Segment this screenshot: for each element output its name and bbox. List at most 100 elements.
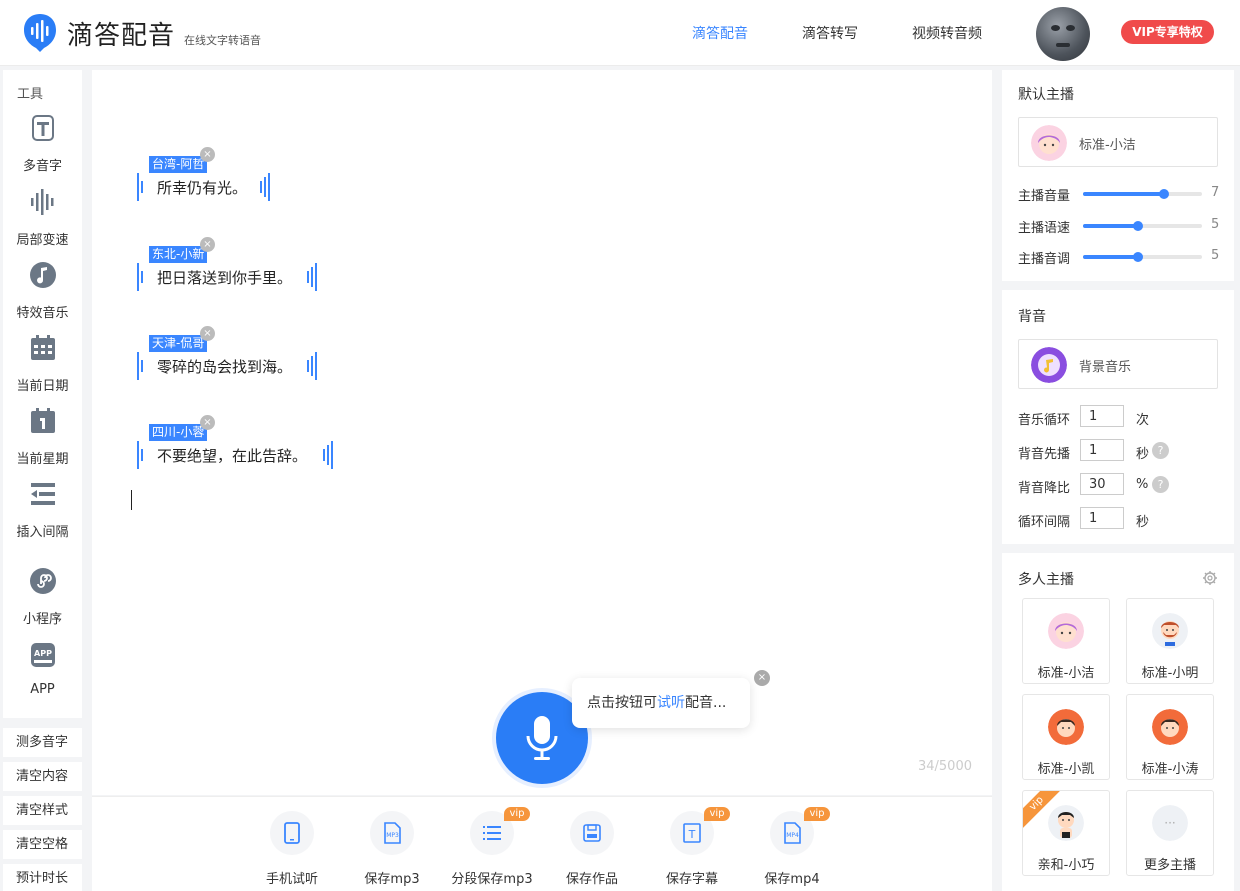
music-prelude-row: 背音先播 秒 ?: [1018, 439, 1218, 463]
speaker-card-xiaoqiao[interactable]: vip 亲和-小巧: [1022, 790, 1110, 876]
speaker-card-xiaoming[interactable]: 标准-小明: [1126, 598, 1214, 684]
svg-text:T: T: [688, 828, 696, 841]
phone-icon: [284, 822, 300, 844]
svg-text:···: ···: [1164, 816, 1175, 830]
help-icon[interactable]: ?: [1152, 476, 1169, 493]
app-subtitle: 在线文字转语音: [184, 34, 261, 47]
loop-interval-input[interactable]: [1080, 507, 1124, 529]
nav-dubbing[interactable]: 滴答配音: [692, 23, 748, 43]
pitch-slider-row: 主播音调 5: [1018, 248, 1220, 267]
close-icon[interactable]: ×: [200, 326, 215, 341]
tool-partial-speed[interactable]: 局部变速: [3, 188, 82, 248]
background-music-card[interactable]: 背景音乐: [1018, 339, 1218, 389]
line-text[interactable]: 把日落送到你手里。: [157, 267, 292, 288]
calendar-day-icon: [30, 408, 55, 433]
loop-interval-row: 循环间隔 秒: [1018, 507, 1218, 531]
header: 滴答配音 在线文字转语音 滴答配音 滴答转写 视频转音频 VIP专享特权: [0, 0, 1240, 66]
gear-icon[interactable]: [1202, 570, 1218, 586]
more-icon: ···: [1152, 805, 1188, 841]
speaker-avatar-boy-beard: [1152, 613, 1188, 649]
quick-actions: 测多音字 清空内容 清空样式 清空空格 预计时长: [3, 728, 82, 891]
save-subtitle-button[interactable]: Tvip 保存字幕: [642, 807, 742, 887]
polyphone-icon: [31, 115, 54, 141]
vip-badge: vip: [504, 807, 530, 821]
default-speaker-card[interactable]: 标准-小洁: [1018, 117, 1218, 167]
more-speakers-card[interactable]: ··· 更多主播: [1126, 790, 1214, 876]
close-icon[interactable]: ×: [200, 415, 215, 430]
speaker-tag[interactable]: 东北-小新: [149, 246, 208, 263]
line-text[interactable]: 零碎的岛会找到海。: [157, 356, 292, 377]
nav-transcribe[interactable]: 滴答转写: [802, 23, 858, 43]
speaker-tag[interactable]: 台湾-阿哲: [149, 156, 208, 173]
panel-title: 多人主播: [1018, 572, 1074, 588]
tool-effect-music[interactable]: 特效音乐: [3, 261, 82, 321]
save-work-button[interactable]: 保存作品: [542, 811, 642, 887]
music-note-icon: [29, 262, 56, 288]
music-prelude-input[interactable]: [1080, 439, 1124, 461]
char-counter: 34/5000: [917, 759, 972, 774]
music-loop-input[interactable]: [1080, 405, 1124, 427]
clear-style-button[interactable]: 清空样式: [3, 796, 82, 825]
default-speaker-panel: 默认主播 标准-小洁 主播音量 7 主播语速 5 主播音调 5: [1002, 70, 1234, 281]
close-icon[interactable]: ×: [200, 147, 215, 162]
speaker-avatar-boy: [1152, 709, 1188, 745]
insert-gap-icon: [30, 483, 55, 505]
segment-save-mp3-button[interactable]: vip 分段保存mp3: [442, 807, 542, 887]
tool-polyphone[interactable]: 多音字: [3, 114, 82, 174]
tool-current-date[interactable]: 当前日期: [3, 334, 82, 394]
logo-icon: [24, 14, 56, 52]
close-icon[interactable]: ×: [200, 237, 215, 252]
slider-knob[interactable]: [1132, 252, 1143, 262]
speaker-avatar-girl: [1048, 613, 1084, 649]
clear-content-button[interactable]: 清空内容: [3, 762, 82, 791]
phone-preview-button[interactable]: 手机试听: [242, 811, 342, 887]
music-ratio-input[interactable]: [1080, 473, 1124, 495]
speed-slider-row: 主播语速 5: [1018, 217, 1220, 236]
tool-mini-program[interactable]: 小程序: [3, 567, 82, 627]
mp4-icon: MP4: [784, 822, 801, 844]
speaker-card-xiaojie[interactable]: 标准-小洁: [1022, 598, 1110, 684]
tool-insert-pause[interactable]: 插入间隔: [3, 480, 82, 540]
save-mp3-button[interactable]: MP3 保存mp3: [342, 811, 442, 887]
clear-spaces-button[interactable]: 清空空格: [3, 830, 82, 859]
panel-title: 默认主播: [1018, 87, 1074, 103]
slider-knob[interactable]: [1132, 221, 1143, 231]
volume-slider-row: 主播音量 7: [1018, 185, 1220, 204]
pitch-slider[interactable]: [1083, 252, 1202, 262]
app-icon: APP: [30, 643, 55, 667]
bottom-toolbar: 手机试听 MP3 保存mp3 vip 分段保存mp3 保存作品 Tvip 保存字…: [92, 796, 992, 891]
waveform-end-icon: [260, 173, 270, 201]
speaker-card-xiaotao[interactable]: 标准-小涛: [1126, 694, 1214, 780]
text-cursor: [131, 490, 132, 510]
preview-tooltip: 点击按钮可试听配音...: [572, 678, 750, 728]
estimate-duration-button[interactable]: 预计时长: [3, 864, 82, 891]
text-editor[interactable]: 台湾-阿哲 × 所幸仍有光。 东北-小新 × 把日落送到你手里。 天津-侃哥 ×…: [92, 70, 992, 795]
preview-link[interactable]: 试听: [657, 695, 685, 711]
check-polyphone-button[interactable]: 测多音字: [3, 728, 82, 757]
help-icon[interactable]: ?: [1152, 442, 1169, 459]
speaker-tag[interactable]: 四川-小蓉: [149, 424, 208, 441]
close-icon[interactable]: ×: [754, 670, 770, 686]
speaker-card-xiaokai[interactable]: 标准-小凯: [1022, 694, 1110, 780]
tools-title: 工具: [17, 87, 44, 102]
user-avatar[interactable]: [1036, 7, 1090, 61]
tool-current-weekday[interactable]: 当前星期: [3, 407, 82, 467]
waveform-start-icon: [137, 263, 143, 291]
app-title: 滴答配音: [67, 21, 176, 51]
nav-video-to-audio[interactable]: 视频转音频: [912, 23, 982, 43]
slider-knob[interactable]: [1158, 189, 1169, 199]
mp3-icon: MP3: [384, 822, 401, 844]
line-text[interactable]: 所幸仍有光。: [157, 177, 247, 198]
tool-app[interactable]: APP APP: [3, 641, 82, 697]
volume-slider[interactable]: [1083, 189, 1202, 199]
panel-title: 背音: [1018, 309, 1046, 325]
tools-panel: 工具 多音字 局部变速 特效音乐 当前日期 当前星期 插入间隔 小程序 APP …: [3, 70, 82, 718]
save-mp4-button[interactable]: MP4 vip 保存mp4: [742, 807, 842, 887]
svg-text:MP3: MP3: [386, 832, 399, 839]
speed-slider[interactable]: [1083, 221, 1202, 231]
vip-privilege-button[interactable]: VIP专享特权: [1121, 20, 1214, 44]
line-text[interactable]: 不要绝望，在此告辞。: [157, 445, 307, 466]
speaker-avatar-boy: [1048, 709, 1084, 745]
calendar-icon: [30, 335, 55, 360]
speaker-tag[interactable]: 天津-侃哥: [149, 335, 208, 352]
